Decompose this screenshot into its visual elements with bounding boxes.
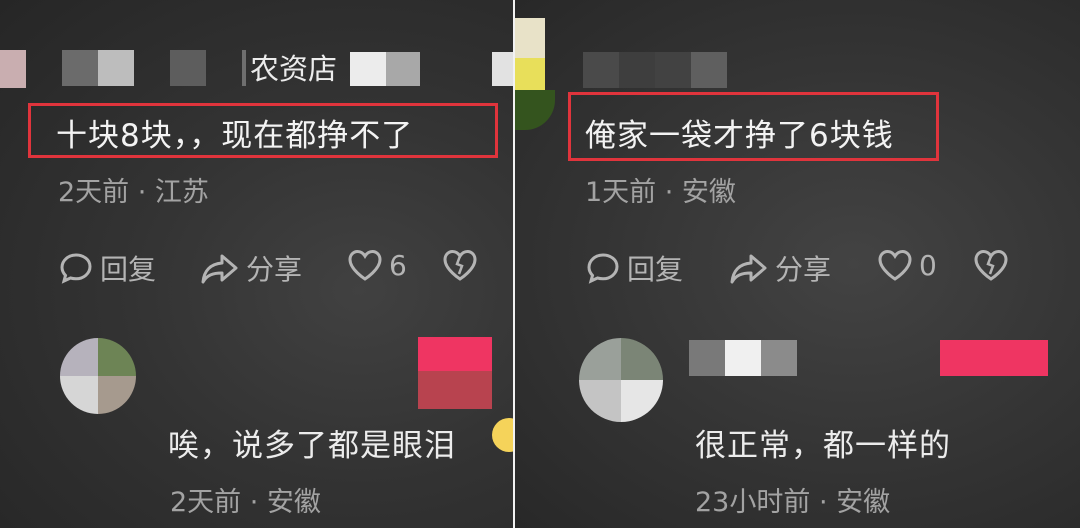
like-button[interactable]: 6 <box>347 248 407 282</box>
blurred-username <box>689 340 725 376</box>
share-label: 分享 <box>775 253 832 286</box>
share-button[interactable]: 分享 <box>729 248 831 288</box>
heart-icon <box>878 249 912 281</box>
blurred-username <box>386 52 420 86</box>
dislike-button[interactable] <box>973 248 1015 282</box>
blurred-username <box>62 50 98 86</box>
like-button[interactable]: 0 <box>877 248 937 282</box>
emoji-icon <box>492 418 513 452</box>
share-button[interactable]: 分享 <box>200 248 302 288</box>
reply-meta: 23小时前 · 安徽 <box>695 487 891 518</box>
comment-panel-right: 俺家一袋才挣了6块钱 1天前 · 安徽 回复 分享 0 很正常，都一样的 23小… <box>515 0 1080 528</box>
blurred-username <box>583 52 619 88</box>
like-count: 6 <box>389 248 407 282</box>
reply-meta: 2天前 · 安徽 <box>170 487 321 518</box>
user-badge <box>940 340 1048 376</box>
user-badge <box>418 337 492 371</box>
avatar-fragment <box>515 58 545 90</box>
reply-avatar[interactable] <box>60 338 136 414</box>
reply-comment: 很正常，都一样的 <box>695 428 951 464</box>
blurred-username <box>691 52 727 88</box>
blurred-username <box>761 340 797 376</box>
avatar-fragment <box>515 18 545 58</box>
like-count: 0 <box>919 248 937 282</box>
reply-label: 回复 <box>627 253 684 286</box>
comment-meta: 1天前 · 安徽 <box>585 177 736 208</box>
broken-heart-icon <box>443 249 477 281</box>
broken-heart-icon <box>974 249 1008 281</box>
avatar-fragment <box>515 90 555 130</box>
reply-comment: 唉，说多了都是眼泪 <box>168 428 456 464</box>
blurred-username <box>242 50 246 86</box>
comment-text: 俺家一袋才挣了6块钱 <box>585 118 894 154</box>
blurred-username <box>98 50 134 86</box>
comment-text: 十块8块，，现在都挣不了 <box>56 118 414 154</box>
blurred-username <box>492 52 513 86</box>
reply-button[interactable]: 回复 <box>585 248 683 288</box>
blurred-username <box>655 52 691 88</box>
avatar-fragment-left <box>0 50 26 88</box>
comment-panel-left: 农资店 十块8块，，现在都挣不了 2天前 · 江苏 回复 分享 6 唉，说多了都… <box>0 0 513 528</box>
blurred-username <box>170 50 206 86</box>
share-icon <box>730 254 767 284</box>
blurred-username <box>619 52 655 88</box>
comment-meta: 2天前 · 江苏 <box>58 177 209 208</box>
reply-button[interactable]: 回复 <box>58 248 156 288</box>
share-icon <box>201 254 238 284</box>
reply-label: 回复 <box>100 253 157 286</box>
dislike-button[interactable] <box>442 248 484 282</box>
blurred-username <box>350 52 386 86</box>
comment-icon <box>587 253 619 284</box>
user-badge-shadow <box>418 371 492 409</box>
blurred-username <box>725 340 761 376</box>
comment-icon <box>60 253 92 284</box>
share-label: 分享 <box>246 253 303 286</box>
shop-label: 农资店 <box>250 52 338 86</box>
heart-icon <box>348 249 382 281</box>
reply-avatar[interactable] <box>579 338 663 422</box>
